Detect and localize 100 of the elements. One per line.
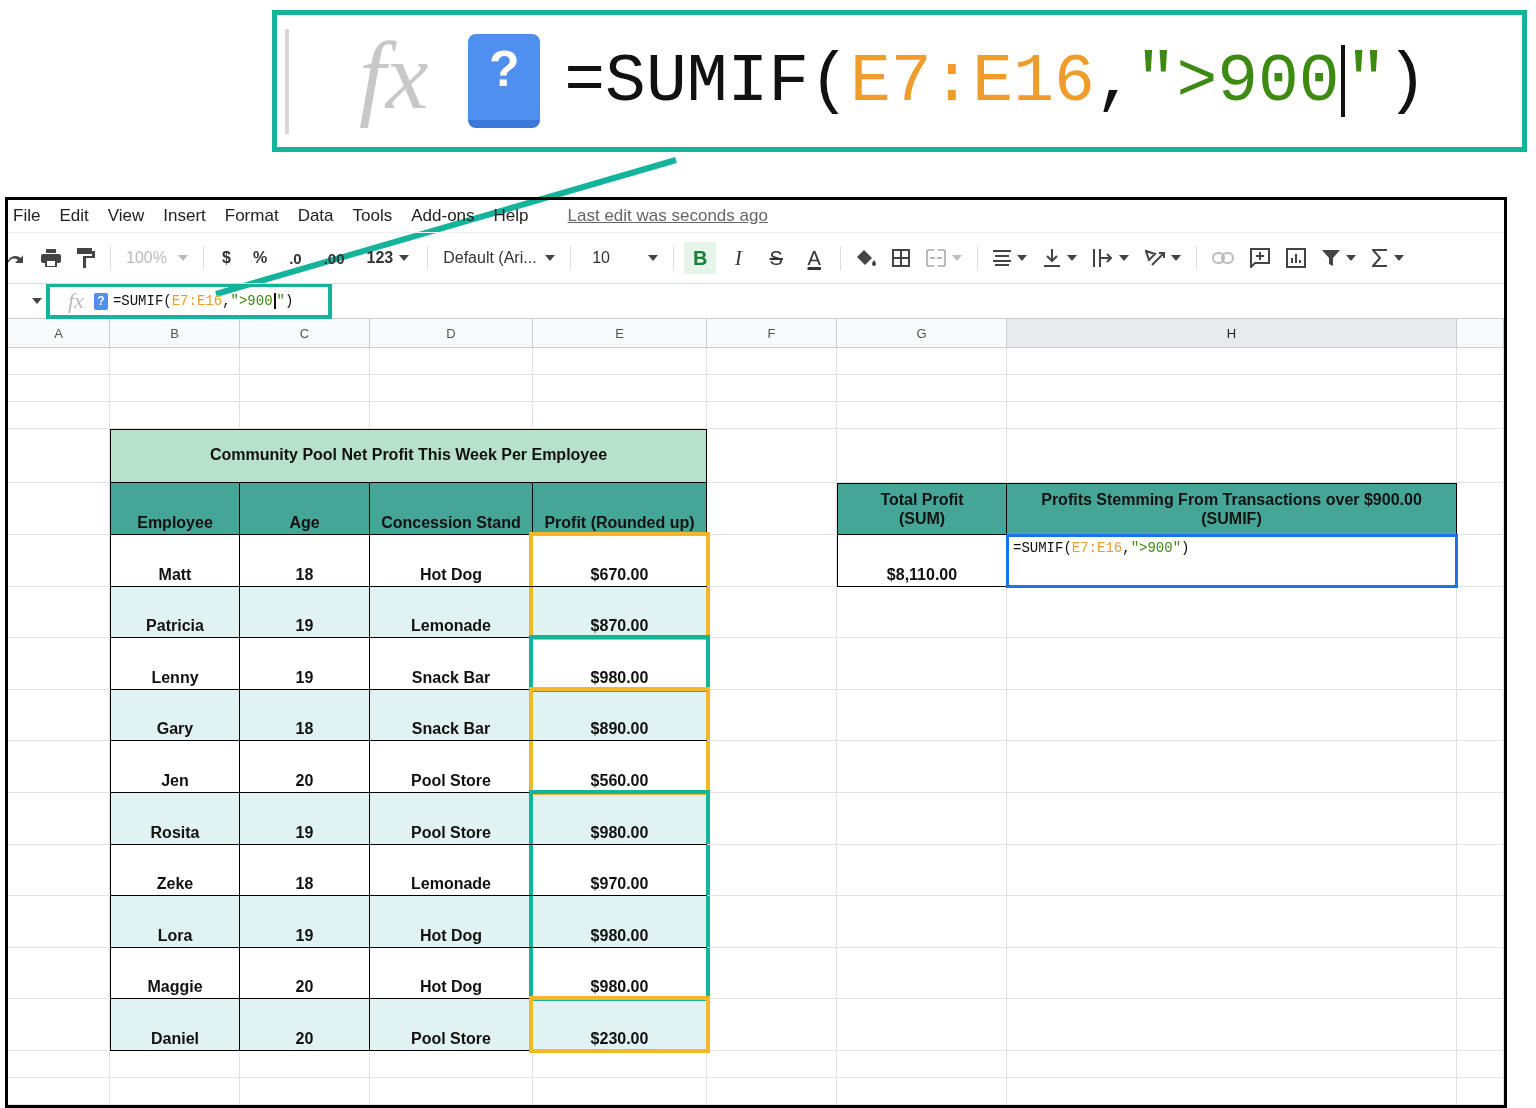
menu-item[interactable]: Help bbox=[493, 206, 529, 226]
empty-cell[interactable] bbox=[837, 429, 1007, 483]
menu-item[interactable]: View bbox=[107, 206, 145, 226]
empty-cell[interactable] bbox=[837, 402, 1007, 429]
empty-cell[interactable] bbox=[707, 535, 837, 587]
empty-cell[interactable] bbox=[370, 348, 533, 375]
italic-button[interactable]: I bbox=[722, 242, 755, 274]
empty-cell[interactable] bbox=[1457, 1077, 1504, 1105]
empty-cell[interactable] bbox=[1457, 1050, 1504, 1078]
strike-button[interactable]: S bbox=[760, 242, 793, 274]
column-header[interactable]: F bbox=[707, 319, 837, 348]
empty-cell[interactable] bbox=[837, 1077, 1007, 1105]
empty-cell[interactable] bbox=[837, 348, 1007, 375]
empty-cell[interactable] bbox=[707, 741, 837, 793]
bold-button[interactable]: B bbox=[684, 242, 717, 274]
empty-cell[interactable] bbox=[1007, 844, 1457, 897]
color-button[interactable]: A bbox=[798, 242, 831, 274]
empty-cell[interactable] bbox=[837, 375, 1007, 402]
empty-cell[interactable] bbox=[240, 1077, 370, 1105]
empty-cell[interactable] bbox=[1007, 348, 1457, 375]
empty-cell[interactable] bbox=[533, 348, 707, 375]
empty-cell[interactable] bbox=[1007, 429, 1457, 483]
column-header[interactable]: G bbox=[837, 319, 1007, 348]
empty-cell[interactable] bbox=[240, 1050, 370, 1078]
empty-cell[interactable] bbox=[837, 586, 1007, 639]
empty-cell[interactable] bbox=[707, 402, 837, 429]
empty-cell[interactable] bbox=[1457, 402, 1504, 429]
empty-cell[interactable] bbox=[707, 844, 837, 897]
empty-cell[interactable] bbox=[1457, 999, 1504, 1051]
currency-button[interactable]: $ bbox=[214, 242, 239, 274]
empty-cell[interactable] bbox=[707, 1077, 837, 1105]
empty-cell[interactable] bbox=[837, 896, 1007, 948]
empty-cell[interactable] bbox=[1007, 792, 1457, 845]
font-dropdown[interactable]: Default (Ari... bbox=[438, 242, 561, 274]
column-header[interactable]: H bbox=[1007, 319, 1457, 348]
column-header[interactable]: E bbox=[533, 319, 707, 348]
empty-cell[interactable] bbox=[8, 947, 110, 1000]
empty-cell[interactable] bbox=[1457, 741, 1504, 793]
empty-cell[interactable] bbox=[8, 1077, 110, 1105]
empty-cell[interactable] bbox=[1457, 638, 1504, 690]
empty-cell[interactable] bbox=[1007, 689, 1457, 742]
empty-cell[interactable] bbox=[8, 348, 110, 375]
empty-cell[interactable] bbox=[1457, 375, 1504, 402]
decrease-decimal-button[interactable]: .0 bbox=[281, 242, 310, 274]
empty-cell[interactable] bbox=[1007, 947, 1457, 1000]
menu-item[interactable]: Tools bbox=[352, 206, 393, 226]
empty-cell[interactable] bbox=[837, 999, 1007, 1051]
empty-cell[interactable] bbox=[837, 638, 1007, 690]
empty-cell[interactable] bbox=[837, 689, 1007, 742]
empty-cell[interactable] bbox=[1457, 792, 1504, 845]
empty-cell[interactable] bbox=[8, 375, 110, 402]
empty-cell[interactable] bbox=[1457, 348, 1504, 375]
empty-cell[interactable] bbox=[533, 1077, 707, 1105]
empty-cell[interactable] bbox=[707, 638, 837, 690]
menu-item[interactable]: Insert bbox=[163, 206, 206, 226]
empty-cell[interactable] bbox=[533, 1050, 707, 1078]
menu-item[interactable]: File bbox=[13, 206, 41, 226]
empty-cell[interactable] bbox=[837, 792, 1007, 845]
empty-cell[interactable] bbox=[1007, 999, 1457, 1051]
empty-cell[interactable] bbox=[837, 741, 1007, 793]
column-header[interactable]: D bbox=[370, 319, 533, 348]
empty-cell[interactable] bbox=[707, 947, 837, 1000]
empty-cell[interactable] bbox=[1007, 638, 1457, 690]
percent-button[interactable]: % bbox=[244, 242, 276, 274]
formula-field[interactable]: =SUMIF(E7:E16,">900 ") bbox=[112, 293, 294, 309]
empty-cell[interactable] bbox=[240, 402, 370, 429]
menu-item[interactable]: Add-ons bbox=[411, 206, 475, 226]
column-header[interactable]: A bbox=[8, 319, 110, 348]
font-size-dropdown[interactable]: 10 bbox=[587, 242, 664, 274]
empty-cell[interactable] bbox=[1007, 1050, 1457, 1078]
empty-cell[interactable] bbox=[110, 348, 240, 375]
empty-cell[interactable] bbox=[707, 1050, 837, 1078]
empty-cell[interactable] bbox=[8, 844, 110, 897]
empty-cell[interactable] bbox=[370, 1077, 533, 1105]
empty-cell[interactable] bbox=[1457, 689, 1504, 742]
empty-cell[interactable] bbox=[1457, 844, 1504, 897]
empty-cell[interactable] bbox=[837, 947, 1007, 1000]
empty-cell[interactable] bbox=[8, 741, 110, 793]
empty-cell[interactable] bbox=[1007, 586, 1457, 639]
empty-cell[interactable] bbox=[240, 375, 370, 402]
column-header[interactable]: B bbox=[110, 319, 240, 348]
empty-cell[interactable] bbox=[533, 375, 707, 402]
empty-cell[interactable] bbox=[1457, 896, 1504, 948]
empty-cell[interactable] bbox=[837, 844, 1007, 897]
empty-cell[interactable] bbox=[533, 402, 707, 429]
empty-cell[interactable] bbox=[1457, 535, 1504, 587]
empty-cell[interactable] bbox=[1457, 947, 1504, 1000]
empty-cell[interactable] bbox=[837, 1050, 1007, 1078]
empty-cell[interactable] bbox=[1007, 896, 1457, 948]
empty-cell[interactable] bbox=[370, 375, 533, 402]
menu-item[interactable]: Format bbox=[224, 206, 279, 226]
menu-item[interactable]: Edit bbox=[59, 206, 89, 226]
empty-cell[interactable] bbox=[1457, 586, 1504, 639]
empty-cell[interactable] bbox=[1457, 429, 1504, 483]
empty-cell[interactable] bbox=[240, 348, 370, 375]
empty-cell[interactable] bbox=[1007, 375, 1457, 402]
empty-cell[interactable] bbox=[370, 402, 533, 429]
empty-cell[interactable] bbox=[8, 1050, 110, 1078]
empty-cell[interactable] bbox=[707, 348, 837, 375]
empty-cell[interactable] bbox=[1007, 402, 1457, 429]
